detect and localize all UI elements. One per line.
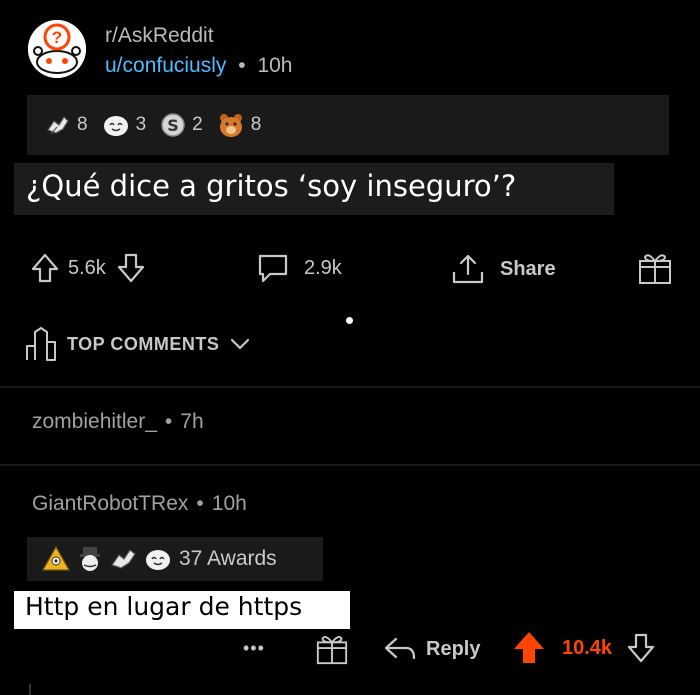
upvote-arrow-icon[interactable] [30,252,60,284]
upvote-count: 5.6k [68,256,106,279]
sort-label: TOP COMMENTS [67,333,220,354]
silver-coin-icon: S [161,113,185,137]
comment-bubble-icon [258,254,288,283]
divider [0,464,700,466]
comment-awards-bar[interactable]: 37 Awards [27,537,323,581]
share-button[interactable]: Share [450,252,556,286]
post-meta: u/confuciusly • 10h [105,54,293,78]
reply-label: Reply [426,637,481,660]
upvote-arrow-icon[interactable] [512,630,546,666]
comment-header: zombiehitler_ • 7h [32,410,204,434]
svg-text:S: S [167,116,179,135]
scroll-indicator-dot [346,317,353,324]
askreddit-snoo-icon: ? [28,20,86,78]
comments-button[interactable]: 2.9k [256,252,342,284]
meta-separator: • [164,410,173,433]
comment-author[interactable]: GiantRobotTRex [32,492,188,515]
gift-icon [639,254,671,284]
chevron-down-icon [231,338,250,350]
award-count: 2 [192,114,203,135]
reply-button[interactable]: Reply [382,634,480,664]
subreddit-avatar[interactable]: ? [28,20,86,78]
comment-header: GiantRobotTRex • 10h [32,492,247,516]
award-count: 8 [77,114,88,135]
post-age: 10h [257,54,293,77]
svg-text:?: ? [52,28,62,47]
more-options-button[interactable]: ••• [243,638,265,659]
award-hands: 8 [45,112,88,138]
award-count: 3 [135,114,147,135]
meta-separator: • [238,54,246,77]
award-button[interactable] [637,250,673,291]
post-author[interactable]: u/confuciusly [105,54,226,77]
wholesome-face-icon [146,550,170,570]
award-bear: 8 [217,112,262,138]
comment-score: 10.4k [562,636,613,659]
comment-award-button[interactable] [315,632,349,671]
post-title[interactable]: ¿Qué dice a gritos ‘soy inseguro’? [26,169,516,203]
comment-age: 7h [180,410,204,433]
comment-age: 10h [211,492,247,515]
subreddit-name[interactable]: r/AskReddit [105,24,214,48]
bear-award-icon [219,114,242,137]
gentleman-award-icon [80,547,100,571]
hands-award-icon [47,116,69,135]
award-count: 8 [250,114,262,135]
award-silver: S 2 [160,112,203,138]
share-icon [452,254,484,284]
reply-arrow-icon [384,637,416,660]
meta-separator: • [196,492,204,515]
comment-vote-group: 10.4k [512,630,656,666]
downvote-arrow-icon[interactable] [626,632,656,664]
comment-count: 2.9k [304,256,342,279]
comment-author[interactable]: zombiehitler_ [32,410,157,433]
post-awards-bar[interactable]: 8 3 S 2 8 [27,95,669,155]
post-vote-group: 5.6k [30,252,146,284]
award-wholesome: 3 [102,112,147,138]
sort-comments-dropdown[interactable]: TOP COMMENTS [25,326,251,362]
comment-body: Http en lugar de https [25,592,303,621]
thread-line [29,684,31,695]
share-label: Share [500,257,556,280]
awards-total: 37 Awards [179,547,277,570]
wholesome-face-icon [103,116,128,136]
pyramid-award-icon [41,545,71,571]
downvote-arrow-icon[interactable] [116,252,146,284]
hands-award-icon [111,549,136,569]
divider [0,386,700,388]
podium-sort-icon [26,327,56,361]
gift-icon [316,635,348,665]
